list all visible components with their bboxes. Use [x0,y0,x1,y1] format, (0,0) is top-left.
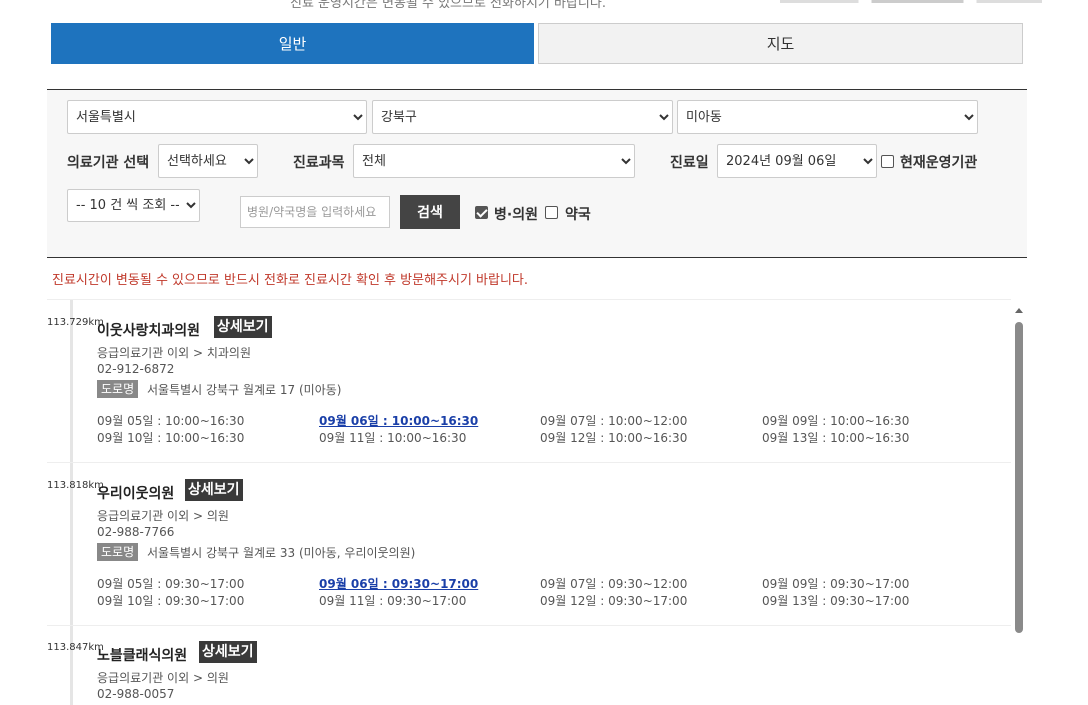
schedule-entry: 09월 13일 : 10:00~16:30 [762,431,910,445]
address-text: 서울특별시 강북구 월계로 17 (미아동) [147,383,342,397]
road-address-tag: 도로명 [97,543,139,561]
institution-category: 응급의료기관 이외 > 의원 [97,509,229,523]
schedule-entry: 09월 05일 : 09:30~17:00 [97,577,245,591]
distance-text: 113.847km [47,642,104,653]
detail-button[interactable]: 상세보기 [214,316,272,338]
phone-number: 02-988-7766 [97,525,175,539]
scrollbar-thumb[interactable] [1015,322,1023,633]
detail-button[interactable]: 상세보기 [185,479,243,501]
department-select[interactable]: 전체 [353,144,635,178]
view-tabs: 일반 지도 [51,23,1023,64]
road-address-tag: 도로명 [97,380,139,398]
page-size-select[interactable]: -- 10 건 씩 조회 -- [67,189,200,222]
schedule-entry: 09월 12일 : 10:00~16:30 [540,431,688,445]
sigungu-select[interactable]: 강북구 [372,100,673,134]
institution-label: 의료기관 선택 [67,155,150,171]
schedule-entry: 09월 12일 : 09:30~17:00 [540,594,688,608]
schedule-entry: 09월 09일 : 09:30~17:00 [762,577,910,591]
result-divider [47,625,1011,626]
schedule-entry: 09월 13일 : 09:30~17:00 [762,594,910,608]
header-cut-decoration [780,0,1042,3]
result-divider [47,462,1011,463]
schedule-entry: 09월 10일 : 09:30~17:00 [97,594,245,608]
pharmacy-label: 약국 [565,207,591,223]
schedule-entry: 09월 09일 : 10:00~16:30 [762,414,910,428]
phone-number: 02-912-6872 [97,362,175,376]
hospital-checkbox[interactable] [475,206,488,219]
scroll-up-arrow-icon[interactable] [1015,308,1023,313]
distance-text: 113.729km [47,317,104,328]
institution-category: 응급의료기관 이외 > 의원 [97,671,229,685]
date-select[interactable]: 2024년 09월 06일 [717,144,877,178]
schedule-entry: 09월 07일 : 10:00~12:00 [540,414,688,428]
institution-select[interactable]: 선택하세요 [158,144,258,178]
sido-select[interactable]: 서울특별시 [67,100,367,134]
schedule-entry-today: 09월 06일 : 10:00~16:30 [319,414,479,428]
date-label: 진료일 [670,155,709,171]
institution-category: 응급의료기관 이외 > 치과의원 [97,346,251,360]
distance-text: 113.818km [47,480,104,491]
schedule-entry: 09월 11일 : 10:00~16:30 [319,431,467,445]
schedule-entry: 09월 07일 : 09:30~12:00 [540,577,688,591]
pharmacy-checkbox[interactable] [545,206,558,219]
search-input[interactable] [240,196,390,228]
tab-map[interactable]: 지도 [538,23,1023,64]
schedule-notice: 진료시간이 변동될 수 있으므로 반드시 전화로 진료시간 확인 후 방문해주시… [52,273,529,288]
department-label: 진료과목 [293,155,345,171]
header-cut-text: 진료 운영시간은 변동될 수 있으므로 전화하시기 바랍니다. [290,0,606,11]
open-now-label: 현재운영기관 [900,155,978,171]
schedule-entry-today: 09월 06일 : 09:30~17:00 [319,577,479,591]
schedule-entry: 09월 05일 : 10:00~16:30 [97,414,245,428]
open-now-checkbox[interactable] [881,155,894,168]
search-button[interactable]: 검색 [400,195,460,229]
detail-button[interactable]: 상세보기 [199,641,257,663]
schedule-entry: 09월 11일 : 09:30~17:00 [319,594,467,608]
hospital-label: 병·의원 [494,207,538,223]
institution-name[interactable]: 이웃사랑치과의원 [97,320,200,340]
list-top-divider [47,299,1011,300]
address-text: 서울특별시 강북구 월계로 33 (미아동, 우리이웃의원) [147,546,416,560]
schedule-entry: 09월 10일 : 10:00~16:30 [97,431,245,445]
tab-general[interactable]: 일반 [51,23,534,64]
phone-number: 02-988-0057 [97,687,175,701]
institution-name[interactable]: 우리이웃의원 [97,483,174,503]
dong-select[interactable]: 미아동 [677,100,978,134]
institution-name[interactable]: 노블클래식의원 [97,645,187,665]
